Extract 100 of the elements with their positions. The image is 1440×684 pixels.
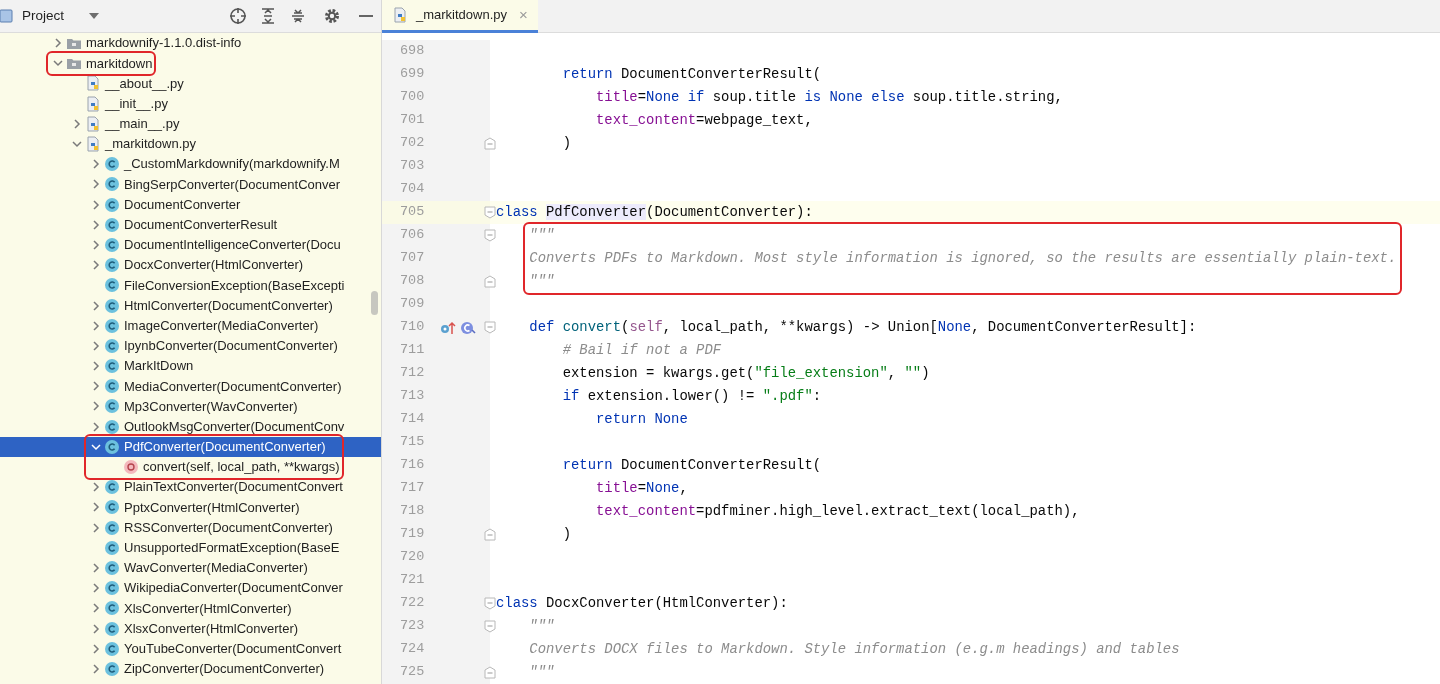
class-icon	[104, 479, 120, 496]
line-number: 723	[400, 617, 425, 636]
class-icon	[104, 236, 120, 253]
scrollbar-thumb[interactable]	[371, 291, 378, 315]
tree-item[interactable]: WikipediaConverter(DocumentConver	[0, 578, 381, 599]
fold-marker-icon[interactable]	[484, 620, 496, 633]
code-line: )	[561, 525, 572, 545]
tree-item[interactable]: XlsxConverter(HtmlConverter)	[0, 618, 381, 639]
code-line: def convert(self, local_path, **kwargs) -> Union[None, DocumentConverterResult]:	[528, 318, 1197, 338]
expand-all-icon[interactable]	[259, 7, 277, 25]
tree-item[interactable]: ZipConverter(DocumentConverter)	[0, 658, 381, 679]
fold-marker-icon[interactable]	[484, 275, 496, 288]
code-line: Converts PDFs to Markdown. Most style information is ignored, so the results are essentially plain-text.	[528, 249, 1397, 269]
collapse-all-icon[interactable]	[289, 7, 307, 25]
code-line: title=None if soup.title is None else soup.title.string,	[595, 88, 1063, 108]
code-line: if extension.lower() != ".pdf":	[561, 387, 822, 407]
tree-item[interactable]: YouTubeConverter(DocumentConvert	[0, 638, 381, 659]
fold-marker-icon[interactable]	[484, 137, 496, 150]
line-number: 704	[400, 180, 425, 199]
dropdown-caret-icon[interactable]	[88, 11, 101, 21]
fold-marker-icon[interactable]	[484, 321, 496, 334]
tree-item[interactable]: PdfConverter(DocumentConverter)	[0, 436, 381, 457]
line-number: 705	[400, 203, 425, 222]
code-line: text_content=webpage_text,	[595, 111, 813, 131]
line-number: 706	[400, 226, 425, 245]
tree-item[interactable]: __about__.py	[0, 73, 381, 94]
tree-item[interactable]: PptxConverter(HtmlConverter)	[0, 497, 381, 518]
panel-title[interactable]: Project	[22, 5, 65, 27]
code-line: text_content=pdfminer.high_level.extract_text(local_path),	[595, 502, 1080, 522]
tree-item[interactable]: MediaConverter(DocumentConverter)	[0, 376, 381, 397]
class-icon	[104, 499, 120, 516]
class-icon	[104, 378, 120, 395]
line-number: 720	[400, 548, 425, 567]
fold-marker-icon[interactable]	[484, 528, 496, 541]
code-line: return DocumentConverterResult(	[561, 456, 822, 476]
class-icon	[104, 176, 120, 193]
tree-item[interactable]: WavConverter(MediaConverter)	[0, 557, 381, 579]
class-icon	[104, 196, 120, 213]
code-line: return None	[595, 410, 688, 430]
tree-item[interactable]: PlainTextConverter(DocumentConvert	[0, 477, 381, 498]
tree-item[interactable]: HtmlConverter(DocumentConverter)	[0, 295, 381, 316]
line-number: 711	[400, 341, 425, 360]
fold-marker-icon[interactable]	[484, 666, 496, 679]
code-line: class PdfConverter(DocumentConverter):	[496, 203, 813, 223]
tree-item[interactable]: _CustomMarkdownify(markdownify.M	[0, 154, 381, 175]
class-icon	[104, 358, 120, 375]
class-icon	[104, 660, 120, 677]
crosshair-icon[interactable]	[229, 7, 247, 25]
tree-item[interactable]: __main__.py	[0, 113, 381, 134]
line-number: 717	[400, 479, 425, 498]
class-icon	[104, 257, 120, 274]
tree-item[interactable]: _markitdown.py	[0, 133, 381, 155]
tree-item[interactable]: XlsConverter(HtmlConverter)	[0, 598, 381, 619]
tree-item[interactable]: Mp3Converter(WavConverter)	[0, 396, 381, 417]
settings-icon[interactable]	[323, 7, 341, 25]
tree-item[interactable]: DocxConverter(HtmlConverter)	[0, 255, 381, 276]
line-number: 718	[400, 502, 425, 521]
code-line: """	[528, 663, 555, 683]
tree-item[interactable]: __init__.py	[0, 93, 381, 114]
tree-item[interactable]: markitdown	[0, 53, 381, 74]
implemented-icon[interactable]	[460, 320, 477, 335]
panel-icon	[0, 8, 14, 24]
line-number: 700	[400, 88, 425, 107]
python-file-icon	[85, 95, 101, 112]
fold-marker-icon[interactable]	[484, 597, 496, 610]
tree-item[interactable]: IpynbConverter(DocumentConverter)	[0, 335, 381, 356]
code-line: return DocumentConverterResult(	[561, 65, 822, 85]
fold-marker-icon[interactable]	[484, 206, 496, 219]
fold-marker-icon[interactable]	[484, 229, 496, 242]
tree-item[interactable]: ImageConverter(MediaConverter)	[0, 315, 381, 336]
editor-tab[interactable]: _markitdown.py ×	[382, 0, 538, 33]
tree-item[interactable]: OutlookMsgConverter(DocumentConv	[0, 416, 381, 437]
line-number: 715	[400, 433, 425, 452]
code-line: class DocxConverter(HtmlConverter):	[496, 594, 788, 614]
line-number: 709	[400, 295, 425, 314]
tree-item[interactable]: UnsupportedFormatException(BaseE	[0, 537, 381, 558]
code-line: title=None,	[595, 479, 688, 499]
tree-item[interactable]: RSSConverter(DocumentConverter)	[0, 517, 381, 538]
tree-item[interactable]: markdownify-1.1.0.dist-info	[0, 33, 381, 54]
tree-item[interactable]: DocumentConverterResult	[0, 214, 381, 235]
tree-item[interactable]: DocumentIntelligenceConverter(Docu	[0, 234, 381, 256]
tree-item[interactable]: FileConversionException(BaseExcepti	[0, 275, 381, 296]
tree-item[interactable]: convert(self, local_path, **kwargs)	[0, 456, 381, 478]
code-line: # Bail if not a PDF	[561, 341, 722, 361]
override-arrow-icon[interactable]	[440, 320, 457, 335]
line-number: 722	[400, 594, 425, 613]
tree-item[interactable]: MarkItDown	[0, 356, 381, 377]
line-number: 698	[400, 42, 425, 61]
tree-item[interactable]: DocumentConverter	[0, 194, 381, 215]
class-icon	[104, 580, 120, 597]
python-file-icon	[85, 115, 101, 132]
class-icon	[104, 216, 120, 233]
line-number: 713	[400, 387, 425, 406]
code-line: Converts DOCX files to Markdown. Style information (e.g.m headings) and tables	[528, 640, 1180, 660]
class-icon	[104, 519, 120, 536]
line-number: 716	[400, 456, 425, 475]
python-file-icon	[85, 136, 101, 153]
code-line: """	[528, 272, 555, 292]
tree-item[interactable]: BingSerpConverter(DocumentConver	[0, 174, 381, 195]
code-line: """	[528, 226, 555, 246]
